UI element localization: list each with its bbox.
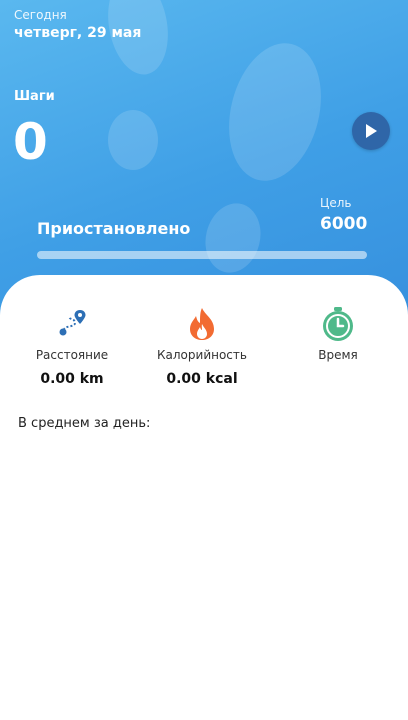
stats-card: Расстояние 0.00 km Калорийность 0.00 kca… <box>0 275 408 720</box>
stopwatch-icon <box>323 307 353 341</box>
goal-value[interactable]: 6000 <box>320 214 367 234</box>
steps-progress-bar <box>37 251 367 259</box>
steps-header: Сегодня четверг, 29 мая Шаги 0 Цель 6000… <box>0 0 408 320</box>
steps-label: Шаги <box>14 89 55 104</box>
calories-value: 0.00 kcal <box>166 371 238 387</box>
distance-label: Расстояние <box>35 348 109 362</box>
today-label: Сегодня <box>14 8 67 22</box>
calories-label: Калорийность <box>157 348 247 362</box>
stat-time: Время <box>270 305 406 371</box>
play-icon <box>366 124 377 138</box>
status-label: Приостановлено <box>37 219 191 238</box>
steps-count: 0 <box>13 113 48 171</box>
distance-value: 0.00 km <box>40 371 104 387</box>
goal-label: Цель <box>320 196 352 210</box>
play-button[interactable] <box>352 112 390 150</box>
daily-average-label: В среднем за день: <box>18 416 151 431</box>
footprints-icon <box>108 0 321 273</box>
stat-calories: Калорийность 0.00 kcal <box>134 305 270 387</box>
date-label: четверг, 29 мая <box>14 25 142 41</box>
route-icon <box>59 310 86 336</box>
flame-icon <box>190 308 214 340</box>
stat-distance: Расстояние 0.00 km <box>4 305 140 387</box>
time-label: Время <box>318 348 358 362</box>
